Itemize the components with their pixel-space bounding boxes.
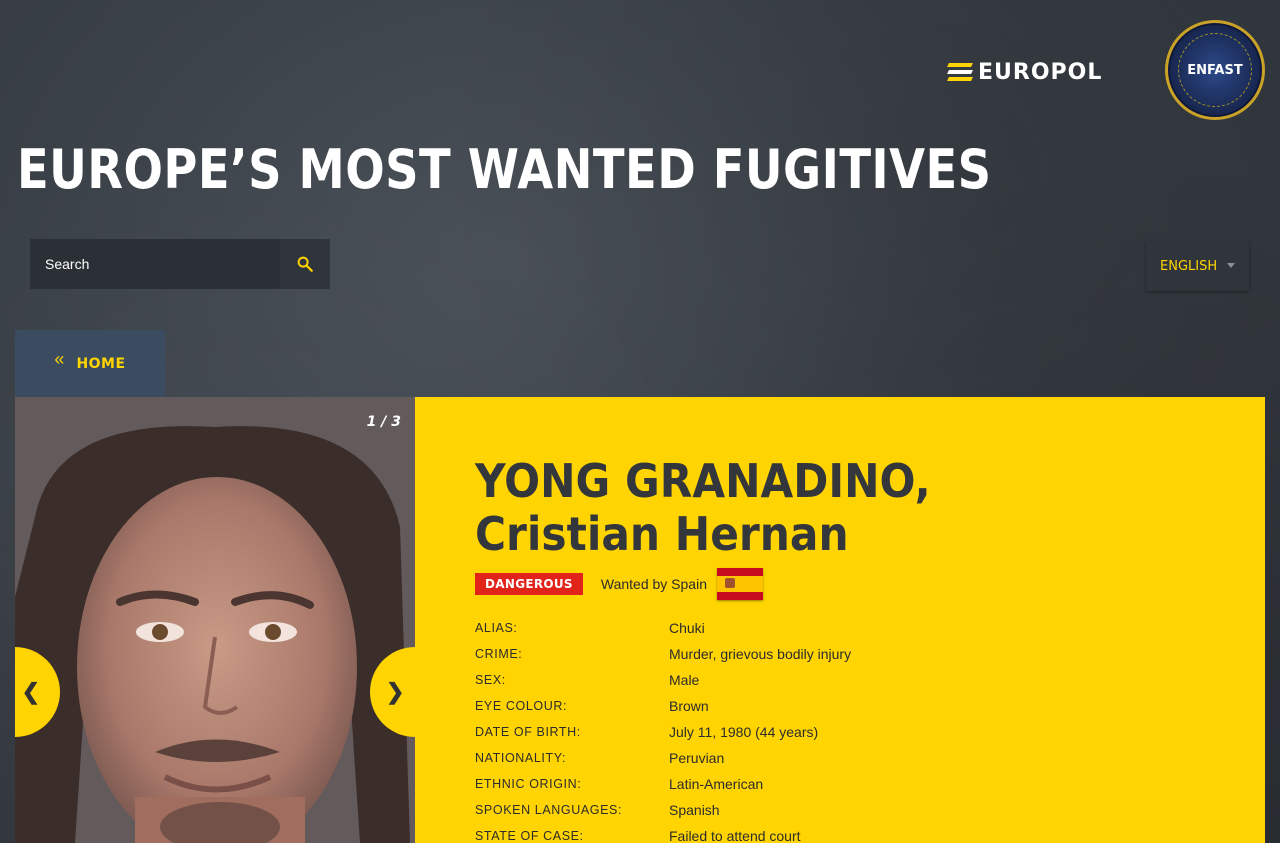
- enfast-logo-text: ENFAST: [1187, 62, 1243, 78]
- detail-value: Chuki: [669, 620, 705, 636]
- language-select[interactable]: ENGLISH: [1146, 241, 1249, 291]
- detail-label: ALIAS:: [475, 621, 518, 635]
- detail-row-alias: ALIAS: Chuki: [475, 615, 1175, 641]
- detail-value: Peruvian: [669, 750, 725, 766]
- detail-label: NATIONALITY:: [475, 751, 567, 765]
- detail-row-eye-colour: EYE COLOUR: Brown: [475, 693, 1175, 719]
- detail-value: Male: [669, 672, 700, 688]
- fugitive-meta-row: DANGEROUS Wanted by Spain: [475, 567, 763, 601]
- photo-gallery: 1 / 3 ❮ ❯: [15, 397, 415, 843]
- detail-value: July 11, 1980 (44 years): [669, 724, 819, 740]
- detail-row-spoken-languages: SPOKEN LANGUAGES: Spanish: [475, 797, 1175, 823]
- photo-counter: 1 / 3: [366, 414, 401, 430]
- home-button[interactable]: « HOME: [15, 330, 165, 397]
- detail-value: Spanish: [669, 802, 720, 818]
- detail-row-date-of-birth: DATE OF BIRTH: July 11, 1980 (44 years): [475, 719, 1175, 745]
- europol-logo[interactable]: EUROPOL: [947, 59, 1124, 85]
- detail-label: ETHNIC ORIGIN:: [475, 777, 582, 791]
- fugitive-photo: [15, 397, 415, 843]
- search-button[interactable]: [280, 239, 330, 289]
- detail-row-state-of-case: STATE OF CASE: Failed to attend court: [475, 823, 1175, 843]
- double-chevron-left-icon: «: [54, 349, 65, 369]
- europol-logo-text: EUROPOL: [978, 59, 1103, 85]
- detail-row-ethnic-origin: ETHNIC ORIGIN: Latin-American: [475, 771, 1175, 797]
- fugitive-info-panel: YONG GRANADINO, Cristian Hernan DANGEROU…: [415, 397, 1265, 843]
- fugitive-name: YONG GRANADINO, Cristian Hernan: [475, 454, 931, 561]
- chevron-right-icon: ❯: [386, 679, 405, 704]
- detail-label: EYE COLOUR:: [475, 699, 568, 713]
- spain-flag-icon: [716, 568, 763, 600]
- search-icon: [297, 256, 313, 272]
- search-input[interactable]: [30, 239, 280, 289]
- detail-row-crime: CRIME: Murder, grievous bodily injury: [475, 641, 1175, 667]
- europol-mark-icon: [947, 63, 973, 81]
- detail-label: CRIME:: [475, 647, 523, 661]
- chevron-down-icon: [1227, 263, 1235, 268]
- detail-label: SEX:: [475, 673, 506, 687]
- detail-row-nationality: NATIONALITY: Peruvian: [475, 745, 1175, 771]
- chevron-left-icon: ❮: [21, 679, 40, 704]
- enfast-logo[interactable]: ENFAST: [1165, 20, 1265, 120]
- page-title: EUROPE’S MOST WANTED FUGITIVES: [17, 138, 992, 201]
- detail-row-sex: SEX: Male: [475, 667, 1175, 693]
- detail-value: Brown: [669, 698, 709, 714]
- search-box: [30, 239, 330, 289]
- detail-value: Murder, grievous bodily injury: [669, 646, 852, 662]
- home-label: HOME: [76, 355, 126, 372]
- detail-label: DATE OF BIRTH:: [475, 725, 581, 739]
- detail-label: SPOKEN LANGUAGES:: [475, 803, 623, 817]
- fugitive-details: ALIAS: Chuki CRIME: Murder, grievous bod…: [475, 615, 1175, 843]
- detail-value: Latin-American: [669, 776, 764, 792]
- language-selected: ENGLISH: [1160, 258, 1218, 274]
- detail-label: STATE OF CASE:: [475, 829, 584, 843]
- wanted-by-text: Wanted by Spain: [600, 576, 707, 592]
- dangerous-badge: DANGEROUS: [475, 573, 583, 595]
- detail-value: Failed to attend court: [669, 828, 801, 843]
